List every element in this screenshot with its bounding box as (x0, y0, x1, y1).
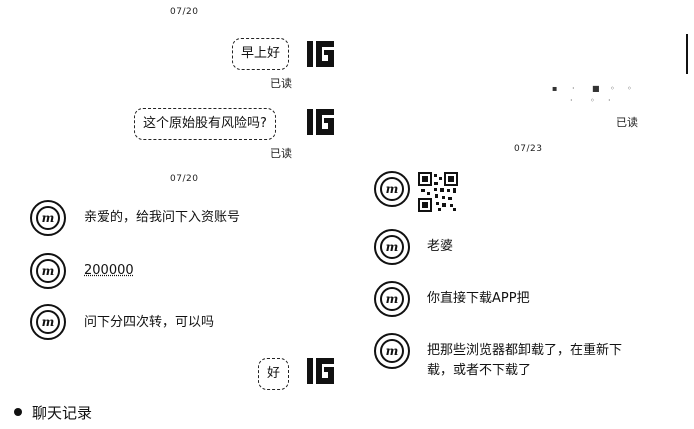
bullet-icon (14, 407, 22, 416)
received-message-1[interactable]: 亲爱的，给我问下入资账号 (84, 208, 240, 228)
qr-code-icon[interactable] (418, 172, 458, 212)
received-message-2[interactable]: 200000 (84, 261, 134, 281)
sent-message-3[interactable]: 好 (258, 358, 290, 390)
sent-message-1[interactable]: 早上好 (232, 38, 290, 70)
ig-logo-icon[interactable] (306, 357, 336, 385)
circle-logo-icon[interactable]: m (374, 229, 410, 265)
circle-logo-icon[interactable]: m (374, 333, 410, 369)
date-label-2: 07/20 (170, 174, 199, 184)
circle-logo-icon[interactable]: m (30, 304, 66, 340)
received-message-3[interactable]: 问下分四次转，可以吗 (84, 313, 214, 333)
date-label-1: 07/20 (170, 7, 199, 17)
sent-message-2[interactable]: 这个原始股有风险吗? (134, 108, 276, 140)
read-status-3: 已读 (616, 116, 638, 129)
ig-logo-icon[interactable] (306, 108, 336, 136)
circle-logo-icon[interactable]: m (30, 200, 66, 236)
caption: 聊天记录 (14, 402, 92, 423)
date-label-3: 07/23 (514, 144, 543, 154)
read-status-1: 已读 (270, 77, 292, 90)
caption-text: 聊天记录 (32, 404, 93, 422)
received-message-5[interactable]: 你直接下载APP把 (427, 289, 530, 309)
window-edge (686, 34, 694, 74)
circle-logo-icon[interactable]: m (374, 281, 410, 317)
read-status-2: 已读 (270, 147, 292, 160)
received-message-6[interactable]: 把那些浏览器都卸载了，在重新下载，或者不下载了 (427, 341, 627, 381)
circle-logo-icon[interactable]: m (374, 171, 410, 207)
circle-logo-icon[interactable]: m (30, 253, 66, 289)
received-message-4[interactable]: 老婆 (427, 237, 453, 257)
ig-logo-icon[interactable] (306, 40, 336, 68)
